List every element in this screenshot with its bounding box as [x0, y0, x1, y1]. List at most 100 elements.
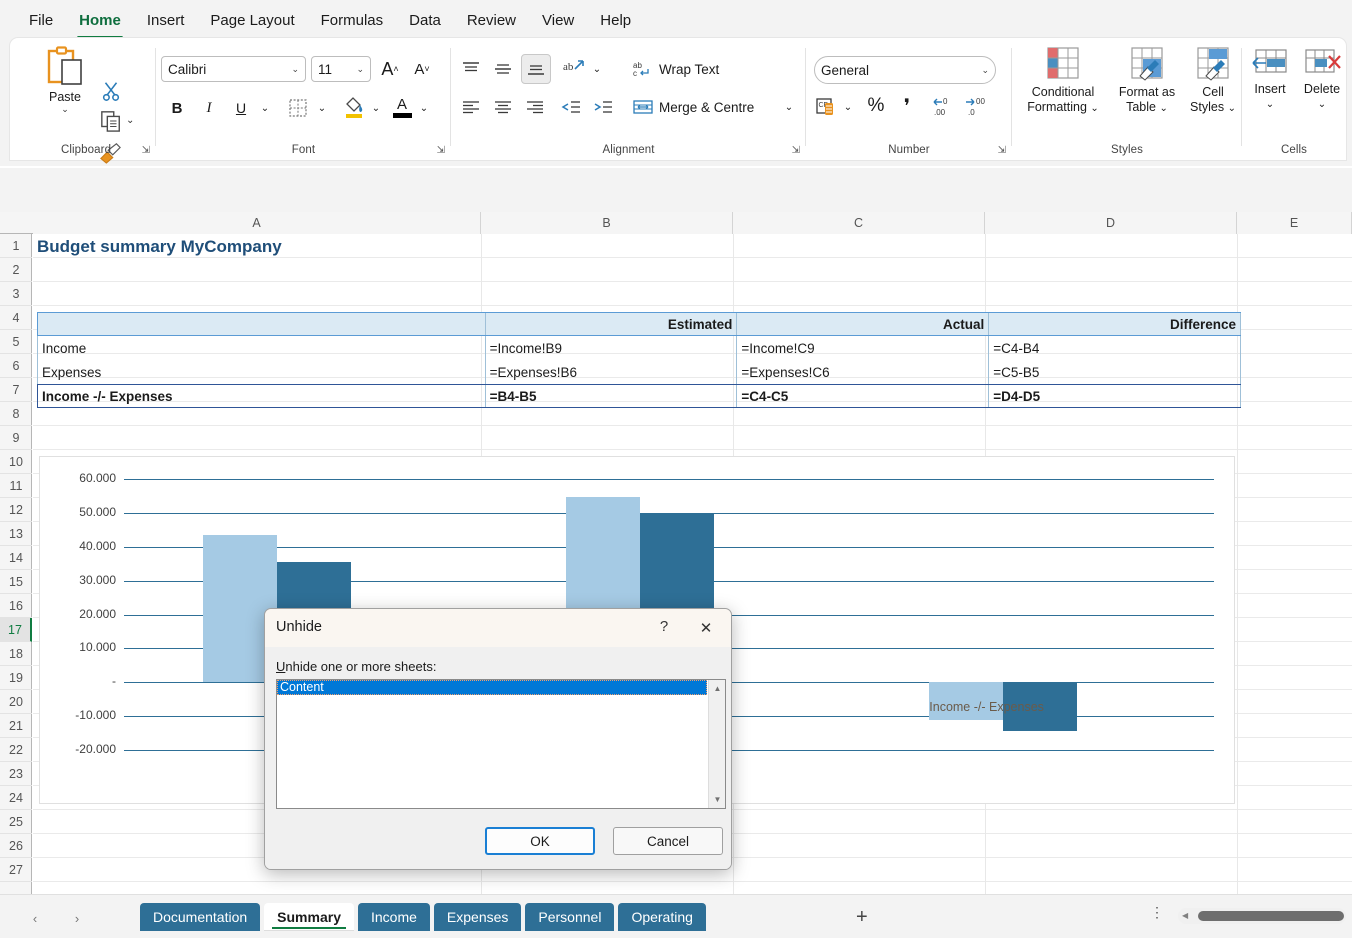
- column-header-d[interactable]: D: [985, 212, 1237, 234]
- scroll-left-icon[interactable]: ◀: [1182, 911, 1188, 920]
- menu-tab-page-layout[interactable]: Page Layout: [199, 9, 305, 32]
- cell-b6[interactable]: =B4-B5: [486, 385, 738, 407]
- sheet-tab-personnel[interactable]: Personnel: [525, 903, 614, 931]
- insert-cells-button[interactable]: Insert ⌄: [1244, 46, 1296, 112]
- list-item-content[interactable]: Content: [277, 680, 707, 695]
- borders-dropdown-caret[interactable]: ⌄: [314, 95, 330, 121]
- row-header-9[interactable]: 9: [0, 426, 32, 450]
- underline-dropdown-caret[interactable]: ⌄: [256, 95, 274, 121]
- sheet-tab-income[interactable]: Income: [358, 903, 430, 931]
- cell-a1-title[interactable]: Budget summary MyCompany: [37, 237, 282, 257]
- row-header-26[interactable]: 26: [0, 834, 32, 858]
- delete-dropdown-caret[interactable]: ⌄: [1296, 97, 1348, 112]
- column-header-e[interactable]: E: [1237, 212, 1352, 234]
- chevron-down-icon[interactable]: ⌄: [1090, 103, 1098, 114]
- horizontal-scrollbar[interactable]: ◀: [1178, 908, 1346, 924]
- scroll-down-icon[interactable]: ▼: [709, 791, 726, 808]
- chevron-down-icon[interactable]: ⌄: [981, 65, 989, 76]
- decrease-decimal-button[interactable]: 00 .0: [962, 94, 992, 120]
- list-scrollbar[interactable]: ▲ ▼: [708, 680, 725, 808]
- font-size-combo[interactable]: 11 ⌄: [311, 56, 371, 82]
- increase-decimal-button[interactable]: 0 .00: [930, 94, 960, 120]
- align-top-button[interactable]: [457, 56, 485, 82]
- decrease-font-size-button[interactable]: A˅: [408, 56, 436, 82]
- table-row[interactable]: Expenses =Expenses!B6 =Expenses!C6 =C5-B…: [37, 360, 1241, 384]
- font-dialog-launcher-icon[interactable]: ⇲: [437, 145, 445, 156]
- table-row-total[interactable]: Income -/- Expenses =B4-B5 =C4-C5 =D4-D5: [37, 384, 1241, 408]
- conditional-formatting-button[interactable]: Conditional Formatting ⌄: [1016, 46, 1110, 116]
- cell-d5[interactable]: =C5-B5: [989, 360, 1241, 384]
- cell-a4[interactable]: Income: [38, 336, 486, 360]
- row-header-27[interactable]: 27: [0, 858, 32, 882]
- scroll-up-icon[interactable]: ▲: [709, 680, 726, 697]
- cell-a5[interactable]: Expenses: [38, 360, 486, 384]
- row-header-19[interactable]: 19: [0, 666, 32, 690]
- alignment-dialog-launcher-icon[interactable]: ⇲: [792, 145, 800, 156]
- copy-dropdown-caret[interactable]: ⌄: [126, 115, 134, 126]
- row-header-23[interactable]: 23: [0, 762, 32, 786]
- increase-indent-button[interactable]: [589, 94, 617, 120]
- increase-font-size-button[interactable]: A˄: [376, 56, 404, 82]
- sheet-tab-operating[interactable]: Operating: [618, 903, 705, 931]
- row-header-3[interactable]: 3: [0, 282, 32, 306]
- copy-icon[interactable]: [100, 110, 124, 134]
- fill-color-dropdown-caret[interactable]: ⌄: [368, 95, 384, 121]
- bold-button[interactable]: B: [164, 95, 190, 121]
- chevron-down-icon[interactable]: ⌄: [1159, 103, 1167, 114]
- row-header-2[interactable]: 2: [0, 258, 32, 282]
- cancel-button[interactable]: Cancel: [613, 827, 723, 855]
- menu-tab-home[interactable]: Home: [68, 9, 132, 32]
- align-middle-button[interactable]: [489, 56, 517, 82]
- fill-color-button[interactable]: [340, 92, 368, 122]
- help-icon[interactable]: ?: [651, 618, 677, 635]
- row-header-25[interactable]: 25: [0, 810, 32, 834]
- table-row[interactable]: Income =Income!B9 =Income!C9 =C4-B4: [37, 336, 1241, 360]
- add-sheet-icon[interactable]: +: [856, 907, 868, 927]
- row-header-22[interactable]: 22: [0, 738, 32, 762]
- font-color-dropdown-caret[interactable]: ⌄: [416, 95, 432, 121]
- row-header-11[interactable]: 11: [0, 474, 32, 498]
- column-header-c[interactable]: C: [733, 212, 985, 234]
- delete-cells-button[interactable]: Delete ⌄: [1296, 46, 1348, 112]
- unhide-dialog[interactable]: Unhide ? ✕ Unhide one or more sheets: Co…: [264, 608, 732, 870]
- wrap-text-button[interactable]: ab c Wrap Text: [633, 56, 793, 82]
- previous-sheet-icon[interactable]: ‹: [24, 907, 46, 929]
- row-header-8[interactable]: 8: [0, 402, 32, 426]
- menu-tab-help[interactable]: Help: [589, 9, 642, 32]
- cell-a6[interactable]: Income -/- Expenses: [38, 385, 486, 407]
- row-header-4[interactable]: 4: [0, 306, 32, 330]
- chevron-down-icon[interactable]: ⌄: [291, 64, 299, 75]
- next-sheet-icon[interactable]: ›: [66, 907, 88, 929]
- chevron-down-icon[interactable]: ⌄: [356, 64, 364, 75]
- row-header-12[interactable]: 12: [0, 498, 32, 522]
- decrease-indent-button[interactable]: [557, 94, 585, 120]
- row-header-7[interactable]: 7: [0, 378, 32, 402]
- row-header-14[interactable]: 14: [0, 546, 32, 570]
- sheet-tab-summary[interactable]: Summary: [264, 903, 354, 931]
- scissors-icon[interactable]: [100, 80, 124, 104]
- sheet-tab-expenses[interactable]: Expenses: [434, 903, 521, 931]
- cell-c5[interactable]: =Expenses!C6: [737, 360, 989, 384]
- format-as-table-button[interactable]: Format as Table ⌄: [1110, 46, 1184, 116]
- sheet-tab-documentation[interactable]: Documentation: [140, 903, 260, 931]
- menu-tab-data[interactable]: Data: [398, 9, 452, 32]
- close-icon[interactable]: ✕: [687, 617, 725, 641]
- menu-tab-file[interactable]: File: [18, 9, 64, 32]
- align-right-button[interactable]: [521, 94, 549, 120]
- row-header-18[interactable]: 18: [0, 642, 32, 666]
- row-header-6[interactable]: 6: [0, 354, 32, 378]
- cell-b5[interactable]: =Expenses!B6: [486, 360, 738, 384]
- ok-button[interactable]: OK: [485, 827, 595, 855]
- insert-dropdown-caret[interactable]: ⌄: [1244, 97, 1296, 112]
- horizontal-scroll-thumb[interactable]: [1198, 911, 1344, 921]
- row-header-5[interactable]: 5: [0, 330, 32, 354]
- number-format-combo[interactable]: General ⌄: [814, 56, 996, 84]
- paste-button[interactable]: Paste ⌄: [34, 46, 96, 114]
- menu-tab-formulas[interactable]: Formulas: [310, 9, 395, 32]
- row-header-1[interactable]: 1: [0, 234, 32, 258]
- font-color-button[interactable]: A: [388, 92, 416, 122]
- orientation-button[interactable]: ab: [559, 54, 589, 84]
- row-header-21[interactable]: 21: [0, 714, 32, 738]
- borders-button[interactable]: [284, 95, 312, 121]
- row-header-10[interactable]: 10: [0, 450, 32, 474]
